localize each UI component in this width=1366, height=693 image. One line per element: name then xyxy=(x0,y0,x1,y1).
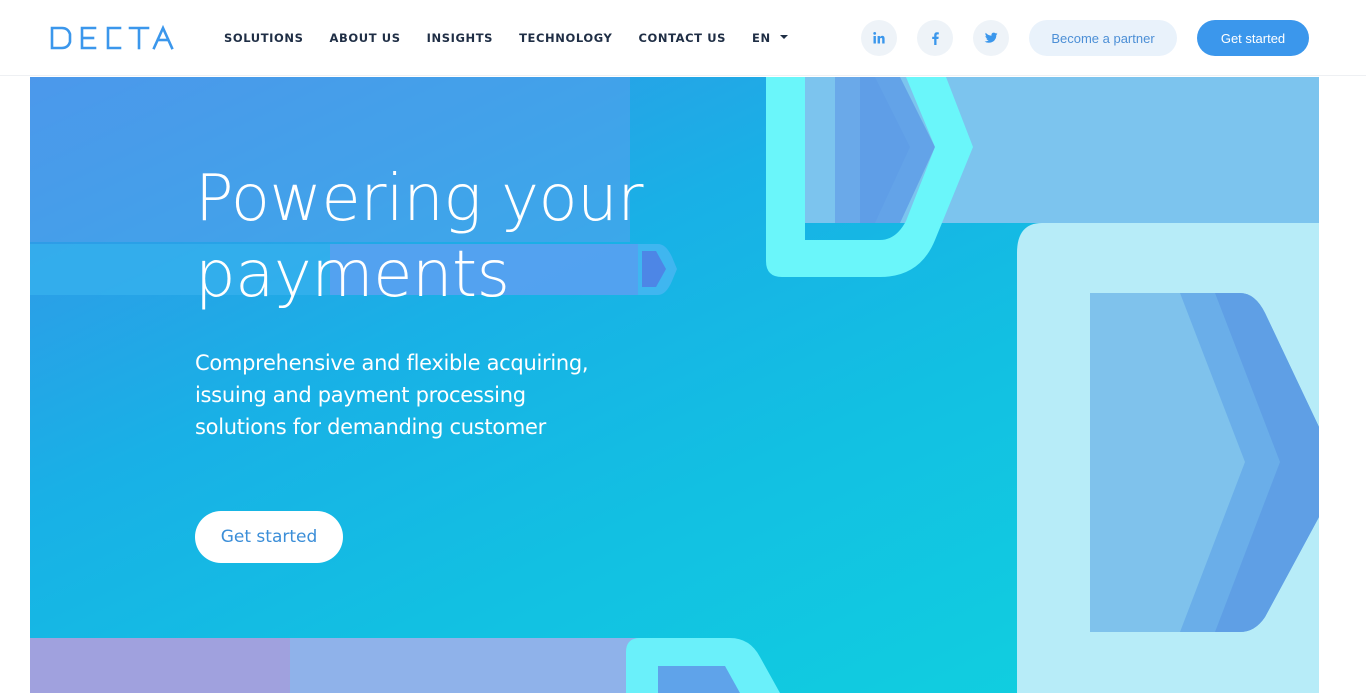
linkedin-icon xyxy=(873,32,885,44)
twitter-icon xyxy=(984,32,998,43)
hero-subtitle: Comprehensive and flexible acquiring, is… xyxy=(195,347,615,443)
nav-item-contact-us[interactable]: CONTACT US xyxy=(638,31,726,45)
main-nav: SOLUTIONS ABOUT US INSIGHTS TECHNOLOGY C… xyxy=(224,0,814,76)
hero-subtitle-line-1: Comprehensive and flexible acquiring, xyxy=(195,351,589,375)
language-label: EN xyxy=(752,31,771,45)
nav-item-solutions[interactable]: SOLUTIONS xyxy=(224,31,304,45)
become-partner-button[interactable]: Become a partner xyxy=(1029,20,1177,56)
site-header: SOLUTIONS ABOUT US INSIGHTS TECHNOLOGY C… xyxy=(0,0,1366,76)
get-started-header-button[interactable]: Get started xyxy=(1197,20,1309,56)
facebook-button[interactable] xyxy=(917,20,953,56)
hero-title: Powering your payments xyxy=(195,161,755,313)
chevron-down-icon xyxy=(779,34,788,39)
nav-item-insights[interactable]: INSIGHTS xyxy=(427,31,493,45)
nav-item-about-us[interactable]: ABOUT US xyxy=(330,31,401,45)
linkedin-button[interactable] xyxy=(861,20,897,56)
decta-logo[interactable] xyxy=(48,24,176,52)
hero-subtitle-line-3: solutions for demanding customer xyxy=(195,415,546,439)
hero-title-line-1: Powering your xyxy=(195,162,644,236)
language-selector[interactable]: EN xyxy=(752,31,788,45)
facebook-icon xyxy=(932,32,939,45)
twitter-button[interactable] xyxy=(973,20,1009,56)
get-started-hero-button[interactable]: Get started xyxy=(195,511,343,563)
hero-section: Powering your payments Comprehensive and… xyxy=(30,77,1319,693)
hero-title-line-2: payments xyxy=(195,238,510,312)
hero-subtitle-line-2: issuing and payment processing xyxy=(195,383,526,407)
nav-item-technology[interactable]: TECHNOLOGY xyxy=(519,31,612,45)
